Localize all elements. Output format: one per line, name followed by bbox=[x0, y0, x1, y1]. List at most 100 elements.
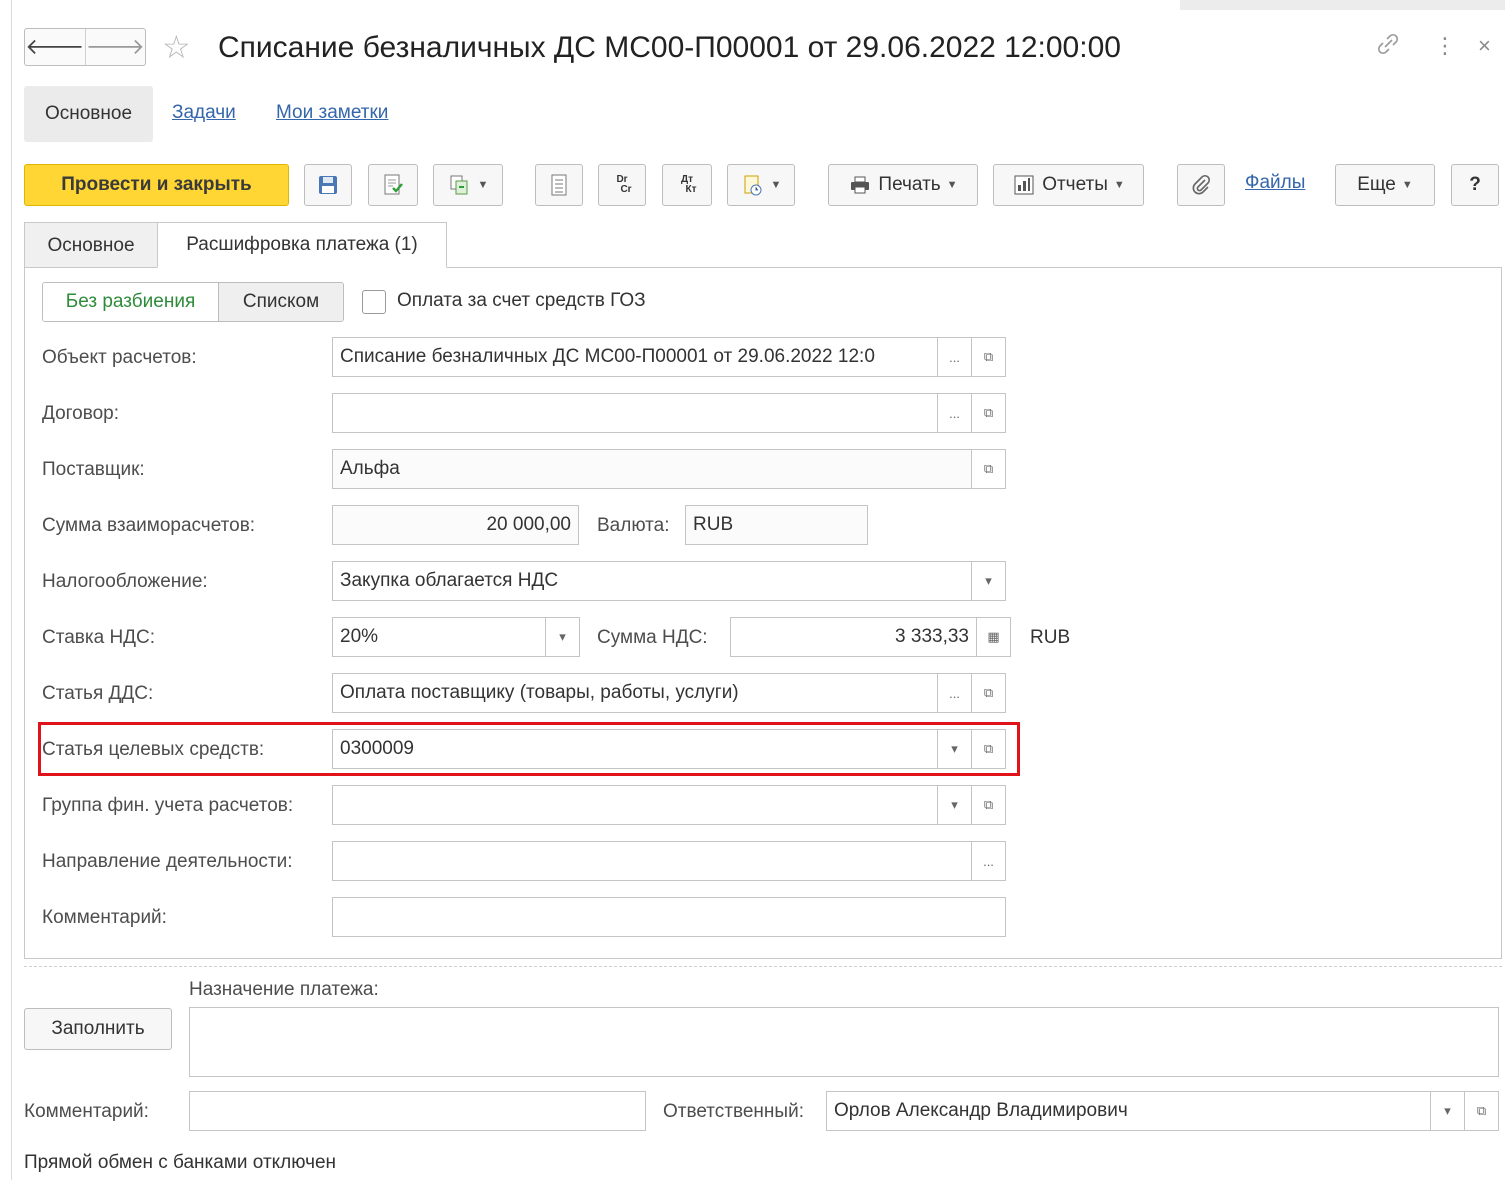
post-button[interactable] bbox=[368, 164, 418, 206]
goz-checkbox[interactable] bbox=[362, 290, 386, 314]
footer-comment-field[interactable] bbox=[189, 1091, 646, 1131]
printer-icon bbox=[848, 173, 872, 197]
purpose-textarea[interactable] bbox=[189, 1007, 1499, 1077]
bank-exchange-status: Прямой обмен с банками отключен bbox=[24, 1152, 337, 1173]
select-button[interactable]: ... bbox=[937, 674, 971, 712]
files-link[interactable]: Файлы bbox=[1245, 172, 1305, 194]
print-button[interactable]: Печать ▼ bbox=[828, 164, 978, 206]
print-label: Печать bbox=[878, 174, 941, 195]
vat-sum-label: Сумма НДС: bbox=[597, 627, 708, 648]
chevron-down-icon[interactable]: ▾ bbox=[937, 730, 971, 768]
vat-sum-field[interactable]: 3 333,33 ▦ bbox=[730, 617, 1011, 657]
more-icon[interactable]: ⋮ bbox=[1434, 30, 1456, 62]
history-nav: 🡐 🡒 bbox=[24, 28, 146, 66]
more-label: Еще bbox=[1357, 174, 1396, 195]
page-title: Списание безналичных ДС МС00-П00001 от 2… bbox=[218, 31, 1121, 64]
open-icon[interactable]: ⧉ bbox=[971, 338, 1005, 376]
open-icon[interactable]: ⧉ bbox=[971, 730, 1005, 768]
tab-payment-breakdown[interactable]: Расшифровка платежа (1) bbox=[157, 222, 447, 268]
responsible-select[interactable]: Орлов Александр Владимирович ▾ ⧉ bbox=[826, 1091, 1499, 1131]
without-split-option[interactable]: Без разбиения bbox=[43, 283, 219, 321]
open-icon[interactable]: ⧉ bbox=[971, 394, 1005, 432]
open-icon[interactable]: ⧉ bbox=[1464, 1092, 1498, 1130]
vat-sum-value: 3 333,33 bbox=[895, 626, 969, 647]
activity-field[interactable]: ... bbox=[332, 841, 1006, 881]
related-documents-icon bbox=[741, 173, 765, 197]
vat-rate-select[interactable]: 20% ▾ bbox=[332, 617, 580, 657]
amount-label: Сумма взаиморасчетов: bbox=[42, 515, 256, 536]
cashflow-field[interactable]: Оплата поставщику (товары, работы, услуг… bbox=[332, 673, 1006, 713]
purpose-label: Назначение платежа: bbox=[189, 979, 379, 1000]
object-label: Объект расчетов: bbox=[42, 347, 197, 368]
panel-nav-tasks[interactable]: Задачи bbox=[172, 102, 236, 124]
chevron-down-icon: ▼ bbox=[477, 179, 489, 191]
link-icon[interactable] bbox=[1376, 30, 1400, 67]
reports-label: Отчеты bbox=[1042, 174, 1108, 195]
select-button[interactable]: ... bbox=[937, 338, 971, 376]
target-funds-select[interactable]: 0300009 ▾ ⧉ bbox=[332, 729, 1006, 769]
create-based-on-icon bbox=[448, 173, 472, 197]
chevron-down-icon[interactable]: ▾ bbox=[1430, 1092, 1464, 1130]
dr-cr-icon: Dr Cr bbox=[616, 174, 632, 195]
panel-nav-notes[interactable]: Мои заметки bbox=[276, 102, 388, 124]
vat-rate-value: 20% bbox=[340, 626, 379, 647]
currency-label: Валюта: bbox=[597, 515, 670, 536]
cashflow-value: Оплата поставщику (товары, работы, услуг… bbox=[340, 682, 739, 703]
supplier-field[interactable]: Альфа ⧉ bbox=[332, 449, 1006, 489]
responsible-value: Орлов Александр Владимирович bbox=[834, 1100, 1128, 1121]
currency-field[interactable]: RUB bbox=[685, 505, 868, 545]
select-button[interactable]: ... bbox=[971, 842, 1005, 880]
attach-button[interactable] bbox=[1177, 164, 1225, 206]
chevron-down-icon: ▼ bbox=[770, 179, 782, 191]
dr-cr-button[interactable]: Dr Cr bbox=[598, 164, 646, 206]
save-button[interactable] bbox=[304, 164, 352, 206]
calculator-icon[interactable]: ▦ bbox=[976, 618, 1010, 656]
taxation-label: Налогообложение: bbox=[42, 571, 208, 592]
post-and-close-button[interactable]: Провести и закрыть bbox=[24, 164, 289, 206]
object-field[interactable]: Списание безналичных ДС МС00-П00001 от 2… bbox=[332, 337, 1006, 377]
vat-rate-label: Ставка НДС: bbox=[42, 627, 156, 648]
forward-icon[interactable]: 🡒 bbox=[86, 29, 146, 65]
taxation-select[interactable]: Закупка облагается НДС ▾ bbox=[332, 561, 1006, 601]
goz-checkbox-label: Оплата за счет средств ГОЗ bbox=[397, 290, 646, 311]
amount-field[interactable]: 20 000,00 bbox=[332, 505, 579, 545]
target-funds-value: 0300009 bbox=[340, 738, 414, 759]
post-document-icon bbox=[381, 173, 405, 197]
reports-button[interactable]: Отчеты ▼ bbox=[993, 164, 1144, 206]
fill-button[interactable]: Заполнить bbox=[24, 1008, 172, 1050]
supplier-value: Альфа bbox=[340, 458, 400, 479]
open-icon[interactable]: ⧉ bbox=[971, 674, 1005, 712]
journal-button[interactable] bbox=[535, 164, 583, 206]
chevron-down-icon: ▼ bbox=[1401, 179, 1413, 191]
list-option[interactable]: Списком bbox=[219, 283, 343, 321]
dt-kt-button[interactable]: Дт Кт bbox=[662, 164, 712, 206]
back-icon[interactable]: 🡐 bbox=[25, 29, 86, 65]
help-button[interactable]: ? bbox=[1451, 164, 1499, 206]
open-icon[interactable]: ⧉ bbox=[971, 786, 1005, 824]
supplier-label: Поставщик: bbox=[42, 459, 145, 480]
vat-currency: RUB bbox=[1030, 627, 1071, 648]
taxation-value: Закупка облагается НДС bbox=[340, 570, 559, 591]
fin-group-select[interactable]: ▾ ⧉ bbox=[332, 785, 1006, 825]
save-icon bbox=[316, 173, 340, 197]
favorite-star-icon[interactable]: ☆ bbox=[162, 29, 191, 65]
comment-field[interactable] bbox=[332, 897, 1006, 937]
select-button[interactable]: ... bbox=[937, 394, 971, 432]
separator bbox=[24, 966, 1502, 967]
currency-value: RUB bbox=[693, 514, 734, 535]
chevron-down-icon[interactable]: ▾ bbox=[937, 786, 971, 824]
related-documents-button[interactable]: ▼ bbox=[727, 164, 795, 206]
create-based-on-button[interactable]: ▼ bbox=[433, 164, 503, 206]
tab-main[interactable]: Основное bbox=[24, 222, 158, 268]
chevron-down-icon[interactable]: ▾ bbox=[971, 562, 1005, 600]
contract-field[interactable]: ... ⧉ bbox=[332, 393, 1006, 433]
chevron-down-icon[interactable]: ▾ bbox=[545, 618, 579, 656]
panel-nav-main[interactable]: Основное bbox=[24, 86, 153, 142]
object-value: Списание безналичных ДС МС00-П00001 от 2… bbox=[340, 346, 875, 367]
open-icon[interactable]: ⧉ bbox=[971, 450, 1005, 488]
reports-icon bbox=[1012, 173, 1036, 197]
journal-icon bbox=[547, 173, 571, 197]
close-icon[interactable]: × bbox=[1478, 30, 1491, 62]
window-left-border bbox=[11, 0, 12, 1180]
more-button[interactable]: Еще ▼ bbox=[1335, 164, 1435, 206]
